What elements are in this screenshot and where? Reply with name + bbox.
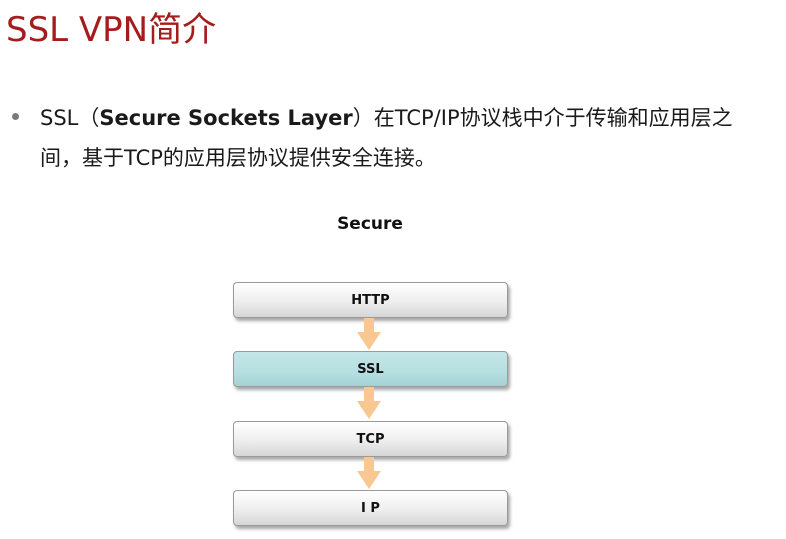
layer-tcp: TCP [233,421,508,457]
down-arrow-icon [357,457,381,489]
down-arrow-icon [357,318,381,350]
bullet-prefix: SSL（ [40,106,100,130]
down-arrow-icon [357,387,381,419]
diagram-title: Secure [337,214,403,234]
layer-ssl: SSL [233,351,508,387]
slide-title: SSL VPN简介 [6,10,217,50]
layer-http: HTTP [233,282,508,318]
bullet-bold-term: Secure Sockets Layer [99,106,353,130]
bullet-text: SSL（Secure Sockets Layer）在TCP/IP协议栈中介于传输… [40,98,752,178]
slide: SSL VPN简介 SSL（Secure Sockets Layer）在TCP/… [0,0,786,539]
layer-ip: I P [233,490,508,526]
bullet-dot-icon [12,113,19,120]
